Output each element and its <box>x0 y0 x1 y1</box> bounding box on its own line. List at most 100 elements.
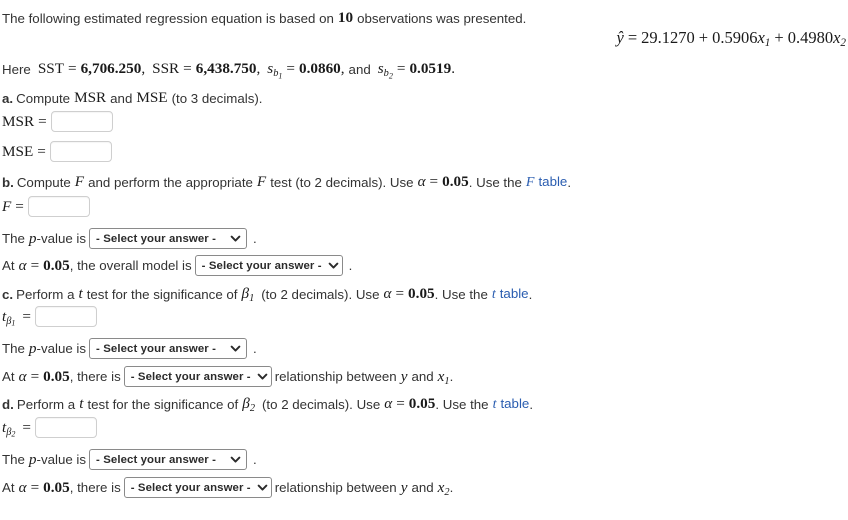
part-d-alpha: α <box>384 395 393 412</box>
part-b-text-4: . Use the <box>468 174 522 190</box>
part-c-label: c. <box>2 286 14 302</box>
part-c-rel-and: and <box>411 369 434 384</box>
given-here-label: Here <box>2 61 31 77</box>
comma-1: , <box>141 60 146 77</box>
part-c-pvalue-p: p <box>28 339 37 357</box>
part-d-beta: β <box>242 395 250 412</box>
t-table-link-text: table <box>499 285 529 301</box>
f-table-link[interactable]: Ftable <box>526 174 567 191</box>
equation-equals: = <box>627 28 638 47</box>
part-c-beta: β <box>241 285 250 302</box>
t-beta1-input[interactable] <box>35 306 97 327</box>
equation-var-2-sub: 2 <box>840 37 846 50</box>
part-b-conclusion-row: At α = 0.05 , the overall model is - Sel… <box>2 255 352 276</box>
part-b-f-1: F <box>74 173 85 190</box>
comma-2: , <box>256 60 261 77</box>
part-a-label: a. <box>2 90 14 106</box>
part-c-relationship-select-label: - Select your answer - <box>130 370 251 383</box>
part-b-model-select[interactable]: - Select your answer - <box>194 255 343 276</box>
f-table-link-text: table <box>538 173 568 189</box>
intro-after: observations was presented. <box>357 10 527 26</box>
f-input[interactable] <box>27 196 90 217</box>
f-row-label: F <box>2 197 12 215</box>
mse-answer-row: MSE = <box>2 141 112 162</box>
part-d-alpha-value: 0.05 <box>408 395 436 412</box>
ssr-equals: = <box>183 60 192 77</box>
part-d-rel-and: and <box>411 480 434 495</box>
t-table-link-text: table <box>500 395 530 411</box>
part-b-conc-mid: , the overall model is <box>69 258 192 273</box>
msr-row-label: MSR <box>2 112 35 130</box>
f-table-link-symbol: F <box>525 174 535 190</box>
part-a-prompt: a. Compute MSR and MSE (to 3 decimals). <box>2 89 262 107</box>
part-a-and: and <box>110 90 133 106</box>
f-answer-row: F = <box>2 196 90 217</box>
part-b-conc-equals: = <box>30 256 40 274</box>
part-d-text-3: (to 2 decimals). Use <box>261 396 381 412</box>
part-b-conc-alpha: α <box>18 256 27 274</box>
part-d-pvalue-select[interactable]: - Select your answer - <box>89 449 248 470</box>
part-d-conc-period: . <box>449 480 454 495</box>
part-c-relationship-select[interactable]: - Select your answer - <box>123 366 272 387</box>
chevron-down-icon <box>230 343 241 354</box>
t-beta2-input[interactable] <box>35 417 97 438</box>
sb2-value: 0.0519 <box>409 60 452 77</box>
part-c-pvalue-post: -value is <box>36 341 87 356</box>
comma-3: , <box>340 60 345 77</box>
part-c-pvalue-select[interactable]: - Select your answer - <box>89 338 248 359</box>
part-d-pvalue-select-label: - Select your answer - <box>96 453 216 466</box>
part-d-beta-sub: 2 <box>249 402 255 414</box>
part-d-text-1: Perform a <box>16 396 76 412</box>
part-c-conc-equals: = <box>30 367 40 385</box>
part-b-pvalue-select[interactable]: - Select your answer - <box>89 228 248 249</box>
part-b-text-3: test (to 2 decimals). Use <box>270 174 414 190</box>
t-table-link-d[interactable]: t table <box>493 396 530 413</box>
t-table-link-symbol: t <box>492 396 497 412</box>
part-d-period: . <box>529 396 534 412</box>
part-c-pvalue-period: . <box>253 341 257 356</box>
part-d-conclusion-row: At α = 0.05 , there is - Select your ans… <box>2 477 453 498</box>
f-equals: = <box>15 197 24 215</box>
sst-value: 6,706.250 <box>80 60 142 77</box>
msr-term: MSR <box>74 89 107 106</box>
equation-var-1-sub: 1 <box>764 37 771 50</box>
part-c-conc-alpha: α <box>18 367 27 385</box>
part-d-conc-alpha: α <box>18 478 27 496</box>
t-beta2-equals: = <box>22 418 31 436</box>
part-c-period: . <box>528 286 533 302</box>
part-a-text-2: (to 3 decimals). <box>171 90 263 106</box>
part-b-alpha-equals: = <box>429 173 439 190</box>
t-table-link-symbol: t <box>491 286 496 302</box>
sb2-sub-sub: 2 <box>388 71 393 81</box>
part-d-rel-x: x <box>437 478 445 496</box>
part-d-text-4: . Use the <box>435 396 489 412</box>
msr-input[interactable] <box>50 111 113 132</box>
part-c-conc-mid: , there is <box>69 369 121 384</box>
part-d-pvalue-p: p <box>28 450 37 468</box>
msr-equals: = <box>38 112 47 130</box>
part-c-pvalue-select-label: - Select your answer - <box>96 342 216 355</box>
part-b-pvalue-pre: The <box>2 231 25 246</box>
part-d-pvalue-row: The p -value is - Select your answer - . <box>2 449 257 470</box>
part-c-text-4: . Use the <box>434 286 488 302</box>
part-d-pvalue-period: . <box>253 452 257 467</box>
mse-input[interactable] <box>49 141 112 162</box>
part-b-conc-alpha-value: 0.05 <box>43 256 70 274</box>
part-d-relationship-select[interactable]: - Select your answer - <box>123 477 272 498</box>
part-c-conc-period: . <box>449 369 454 384</box>
part-d-text-2: test for the significance of <box>87 396 239 412</box>
part-c-text-3: (to 2 decimals). Use <box>261 286 380 302</box>
mse-term: MSE <box>136 89 168 106</box>
sst-label: SST <box>37 60 64 77</box>
part-c-text-1: Perform a <box>16 286 75 302</box>
part-c-text-2: test for the significance of <box>86 286 238 302</box>
sb1-value: 0.0860 <box>298 60 341 77</box>
sst-equals: = <box>68 60 77 77</box>
part-b-period: . <box>567 174 572 190</box>
worksheet-page: The following estimated regression equat… <box>0 0 848 520</box>
part-d-t: t <box>79 395 84 412</box>
t-table-link-c[interactable]: t table <box>492 286 529 303</box>
part-d-alpha-equals: = <box>396 395 405 412</box>
part-b-f-2: F <box>256 173 267 190</box>
part-b-pvalue-p: p <box>28 229 37 247</box>
